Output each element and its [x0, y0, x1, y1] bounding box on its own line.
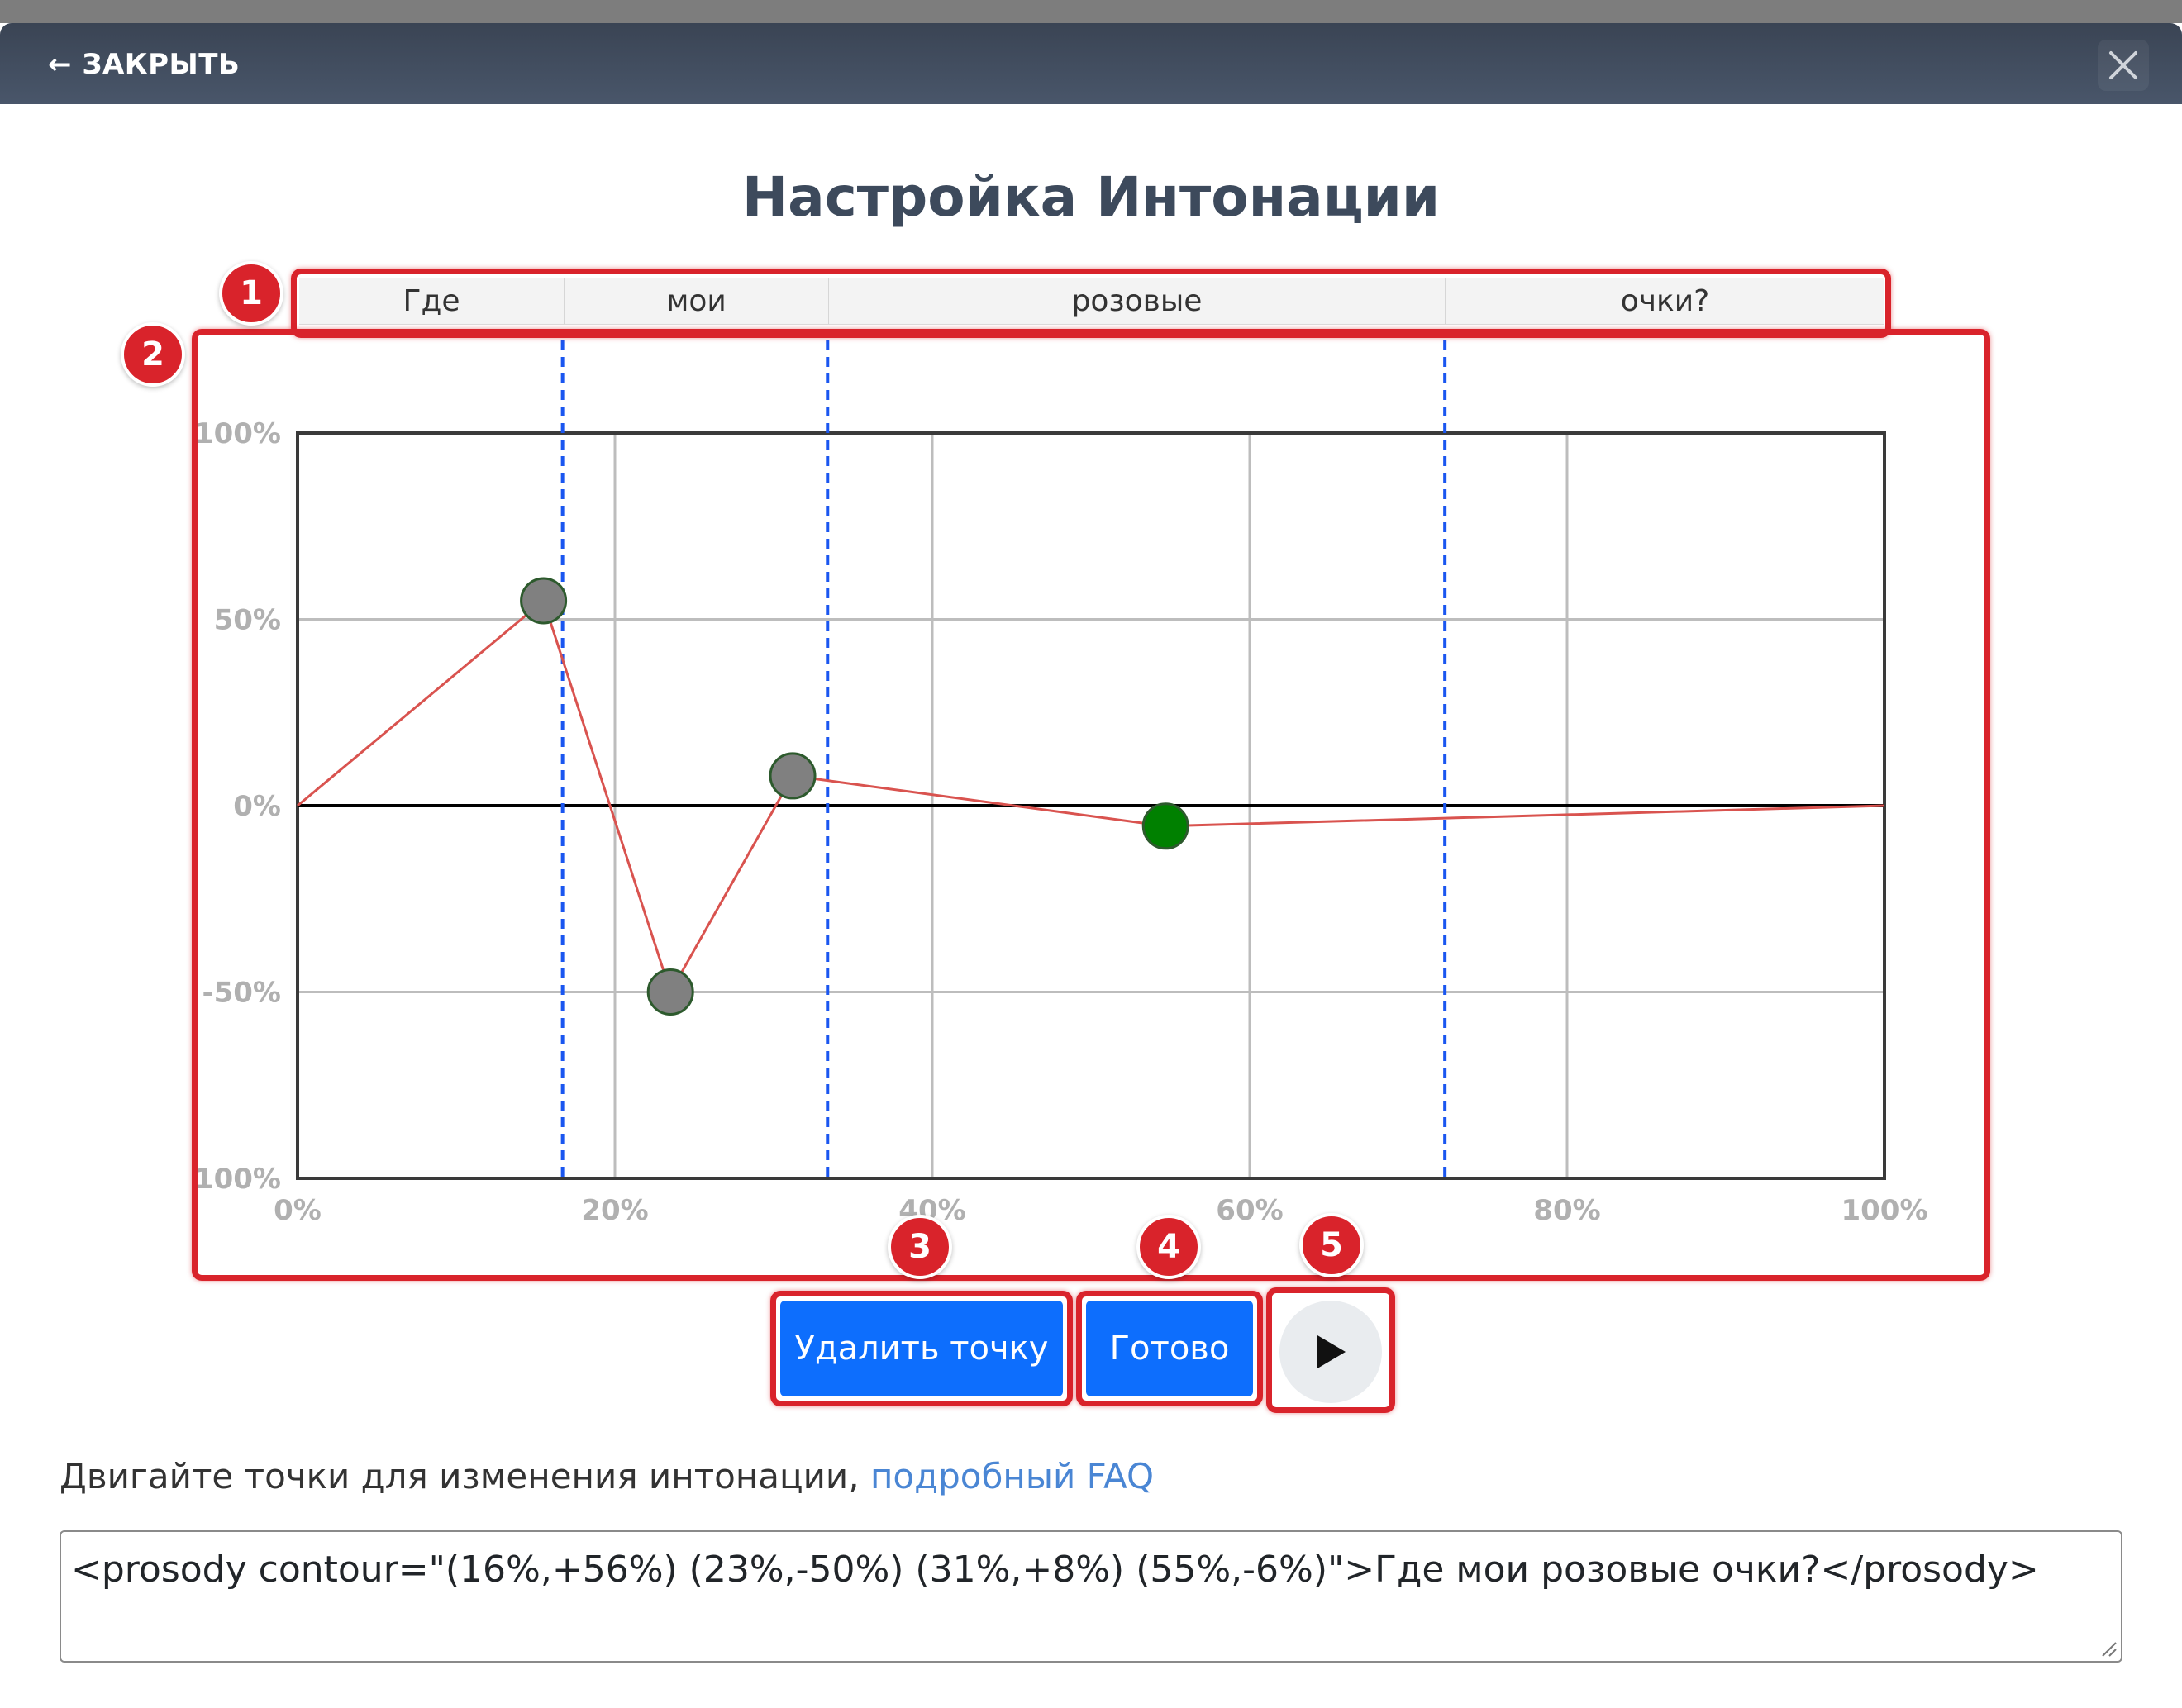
- instruction-label: Двигайте точки для изменения интонации,: [60, 1456, 870, 1496]
- annotation-frame-words: [291, 269, 1891, 338]
- ssml-textarea[interactable]: <prosody contour="(16%,+56%) (23%,-50%) …: [60, 1530, 2122, 1663]
- modal-header: ← ЗАКРЫТЬ: [0, 23, 2182, 104]
- annotation-frame-chart: [192, 329, 1990, 1281]
- done-button[interactable]: Готово: [1086, 1301, 1253, 1396]
- annotation-badge-4: 4: [1136, 1215, 1201, 1279]
- window-top-strip: [0, 0, 2182, 23]
- resize-grip-icon[interactable]: [2098, 1638, 2118, 1658]
- ssml-value: <prosody contour="(16%,+56%) (23%,-50%) …: [71, 1549, 2039, 1591]
- page-title: Настройка Интонации: [741, 165, 1441, 229]
- close-icon[interactable]: [2098, 40, 2149, 91]
- annotation-badge-2: 2: [121, 322, 185, 387]
- annotation-badge-3: 3: [888, 1215, 952, 1279]
- faq-link[interactable]: подробный FAQ: [870, 1456, 1154, 1496]
- annotation-badge-1: 1: [219, 261, 283, 326]
- close-back-link[interactable]: ← ЗАКРЫТЬ: [48, 48, 240, 81]
- play-icon: [1317, 1335, 1346, 1368]
- delete-point-button[interactable]: Удалить точку: [780, 1301, 1063, 1396]
- play-button[interactable]: [1279, 1301, 1382, 1403]
- instruction-text: Двигайте точки для изменения интонации, …: [60, 1456, 1154, 1496]
- annotation-badge-5: 5: [1299, 1213, 1364, 1277]
